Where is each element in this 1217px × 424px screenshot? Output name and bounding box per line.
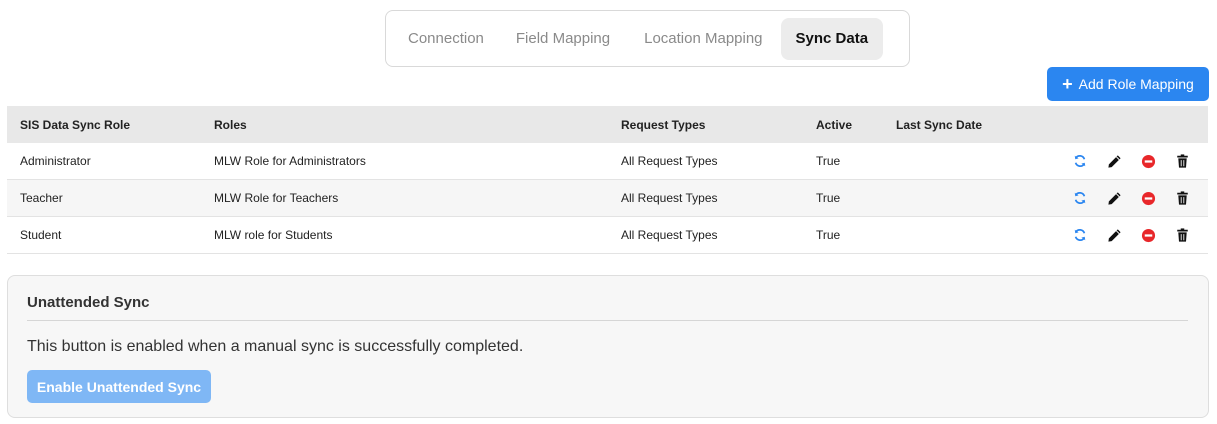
enable-unattended-sync-button[interactable]: Enable Unattended Sync: [27, 370, 211, 403]
row-actions: [1066, 151, 1208, 171]
cell-active: True: [816, 191, 841, 205]
cell-request-types: All Request Types: [621, 154, 718, 168]
cell-roles: MLW Role for Administrators: [214, 154, 366, 168]
unattended-sync-panel: Unattended Sync This button is enabled w…: [7, 275, 1209, 418]
cell-sis-role: Student: [20, 228, 62, 242]
cell-active: True: [816, 228, 841, 242]
tab-location-mapping[interactable]: Location Mapping: [632, 18, 774, 60]
table-row: Teacher MLW Role for Teachers All Reques…: [7, 180, 1208, 217]
cell-sis-role: Administrator: [20, 154, 91, 168]
trash-icon[interactable]: [1172, 225, 1192, 245]
tab-connection[interactable]: Connection: [396, 18, 496, 60]
table-header: SIS Data Sync Role Roles Request Types A…: [7, 106, 1208, 143]
minus-circle-icon[interactable]: [1138, 151, 1158, 171]
unattended-sync-title: Unattended Sync: [27, 294, 150, 311]
header-sis-role: SIS Data Sync Role: [20, 117, 131, 132]
cell-request-types: All Request Types: [621, 191, 718, 205]
pencil-icon[interactable]: [1104, 188, 1124, 208]
header-active: Active: [816, 117, 853, 132]
cell-roles: MLW role for Students: [214, 228, 333, 242]
pencil-icon[interactable]: [1104, 151, 1124, 171]
header-request-types: Request Types: [621, 117, 706, 132]
trash-icon[interactable]: [1172, 188, 1192, 208]
cell-request-types: All Request Types: [621, 228, 718, 242]
trash-icon[interactable]: [1172, 151, 1192, 171]
pencil-icon[interactable]: [1104, 225, 1124, 245]
header-last-sync-date: Last Sync Date: [896, 117, 983, 132]
header-roles: Roles: [214, 117, 247, 132]
minus-circle-icon[interactable]: [1138, 225, 1158, 245]
wizard-tabs: Connection Field Mapping Location Mappin…: [385, 10, 910, 67]
plus-icon: +: [1062, 74, 1073, 94]
panel-divider: [27, 320, 1188, 321]
role-mapping-table: SIS Data Sync Role Roles Request Types A…: [7, 106, 1208, 254]
cell-roles: MLW Role for Teachers: [214, 191, 339, 205]
table-row: Administrator MLW Role for Administrator…: [7, 143, 1208, 180]
tab-field-mapping[interactable]: Field Mapping: [504, 18, 622, 60]
sync-icon[interactable]: [1070, 151, 1090, 171]
tab-sync-data[interactable]: Sync Data: [780, 17, 884, 60]
sync-icon[interactable]: [1070, 188, 1090, 208]
unattended-sync-description: This button is enabled when a manual syn…: [27, 338, 524, 355]
minus-circle-icon[interactable]: [1138, 188, 1158, 208]
add-role-mapping-label: Add Role Mapping: [1078, 76, 1194, 92]
add-role-mapping-button[interactable]: + Add Role Mapping: [1047, 67, 1209, 101]
row-actions: [1066, 188, 1208, 208]
table-row: Student MLW role for Students All Reques…: [7, 217, 1208, 254]
row-actions: [1066, 225, 1208, 245]
sync-icon[interactable]: [1070, 225, 1090, 245]
cell-sis-role: Teacher: [20, 191, 63, 205]
cell-active: True: [816, 154, 841, 168]
